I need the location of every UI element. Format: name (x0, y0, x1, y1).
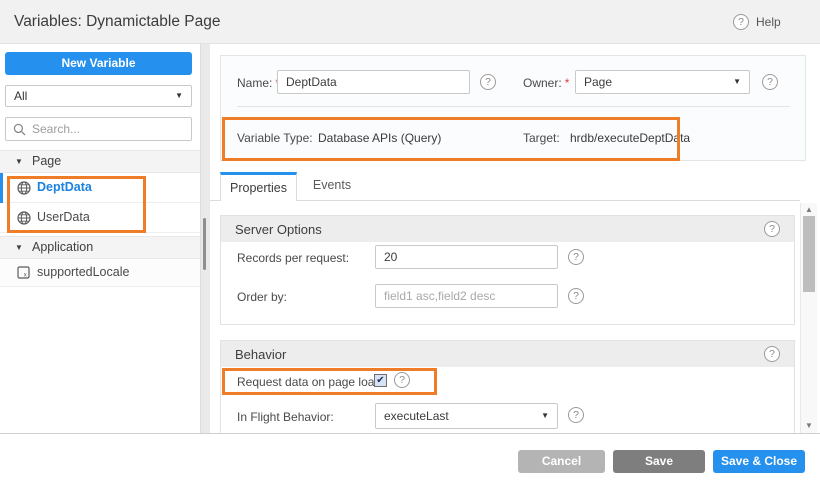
target-label: Target: (523, 131, 560, 145)
scroll-up-icon[interactable]: ▲ (801, 205, 817, 214)
search-box (5, 117, 192, 141)
tree-group-label: Application (32, 237, 93, 258)
records-help-icon[interactable]: ? (568, 249, 584, 265)
sidebar-item-userdata[interactable]: UserData (0, 203, 200, 233)
order-by-help-icon[interactable]: ? (568, 288, 584, 304)
required-marker: * (562, 76, 570, 90)
svg-text:x: x (24, 272, 27, 278)
in-flight-behavior-select[interactable]: executeLast ▼ (375, 403, 558, 429)
filter-value: All (14, 89, 27, 103)
help-label[interactable]: Help (756, 15, 781, 29)
content-scrollbar[interactable]: ▲ ▼ (800, 203, 817, 433)
section-help-icon[interactable]: ? (764, 221, 780, 237)
in-flight-value: executeLast (384, 409, 449, 423)
save-button[interactable]: Save (613, 450, 705, 473)
section-title: Behavior (235, 347, 286, 362)
variable-type-label: Variable Type: (237, 131, 313, 145)
server-options-section: Server Options ? (220, 215, 795, 325)
target-value: hrdb/executeDeptData (570, 131, 690, 145)
service-variable-icon (17, 181, 31, 195)
content-scrollbar-thumb[interactable] (803, 216, 815, 292)
variable-type-value: Database APIs (Query) (318, 131, 441, 145)
new-variable-button[interactable]: New Variable (5, 52, 192, 75)
save-and-close-button[interactable]: Save & Close (713, 450, 805, 473)
owner-label: Owner:* (523, 76, 569, 90)
page-title: Variables: Dynamictable Page (14, 0, 221, 44)
tree-expanded-icon[interactable]: ▼ (15, 237, 23, 258)
sidebar-item-label: UserData (37, 203, 90, 232)
chevron-down-icon: ▼ (733, 71, 741, 93)
sidebar-item-label: supportedLocale (37, 259, 129, 286)
tab-properties[interactable]: Properties (220, 172, 297, 201)
scroll-down-icon[interactable]: ▼ (801, 421, 817, 430)
variables-dialog: Variables: Dynamictable Page ? Help New … (0, 0, 820, 488)
dialog-footer: Cancel Save Save & Close (0, 433, 820, 488)
selected-indicator (0, 173, 3, 203)
sidebar-item-supportedlocale[interactable]: x supportedLocale (0, 259, 200, 287)
panel-divider (237, 106, 790, 107)
request-data-checkbox[interactable]: ✔ (374, 374, 387, 387)
name-label: Name:* (237, 76, 280, 90)
help-link[interactable]: ? Help (733, 0, 781, 44)
request-data-label: Request data on page load (237, 375, 381, 389)
sidebar-item-deptdata[interactable]: DeptData (0, 173, 200, 203)
owner-help-icon[interactable]: ? (762, 74, 778, 90)
service-variable-icon (17, 211, 31, 225)
request-data-help-icon[interactable]: ? (394, 372, 410, 388)
section-help-icon[interactable]: ? (764, 346, 780, 362)
order-by-label: Order by: (237, 290, 287, 304)
in-flight-behavior-label: In Flight Behavior: (237, 410, 334, 424)
records-per-request-field[interactable] (375, 245, 558, 269)
cancel-button[interactable]: Cancel (518, 450, 605, 473)
sidebar-item-label: DeptData (37, 173, 92, 202)
search-input[interactable] (32, 119, 187, 139)
tree-group-label: Page (32, 151, 61, 172)
chevron-down-icon: ▼ (175, 86, 183, 106)
owner-select[interactable]: Page ▼ (575, 70, 750, 94)
locale-variable-icon: x (17, 266, 30, 279)
in-flight-help-icon[interactable]: ? (568, 407, 584, 423)
order-by-field[interactable] (375, 284, 558, 308)
sidebar-scrollbar-thumb[interactable] (203, 218, 206, 270)
help-icon[interactable]: ? (733, 14, 749, 30)
owner-value: Page (584, 75, 612, 89)
tree-group-page[interactable]: ▼ Page (0, 150, 200, 173)
name-field[interactable] (277, 70, 470, 94)
records-per-request-label: Records per request: (237, 251, 349, 265)
tree-group-application[interactable]: ▼ Application (0, 236, 200, 259)
behavior-header: Behavior ? (221, 341, 794, 367)
section-title: Server Options (235, 222, 322, 237)
tab-events[interactable]: Events (297, 172, 367, 201)
chevron-down-icon: ▼ (541, 404, 549, 428)
name-help-icon[interactable]: ? (480, 74, 496, 90)
variable-filter-select[interactable]: All ▼ (5, 85, 192, 107)
server-options-header: Server Options ? (221, 216, 794, 242)
tree-expanded-icon[interactable]: ▼ (15, 151, 23, 172)
